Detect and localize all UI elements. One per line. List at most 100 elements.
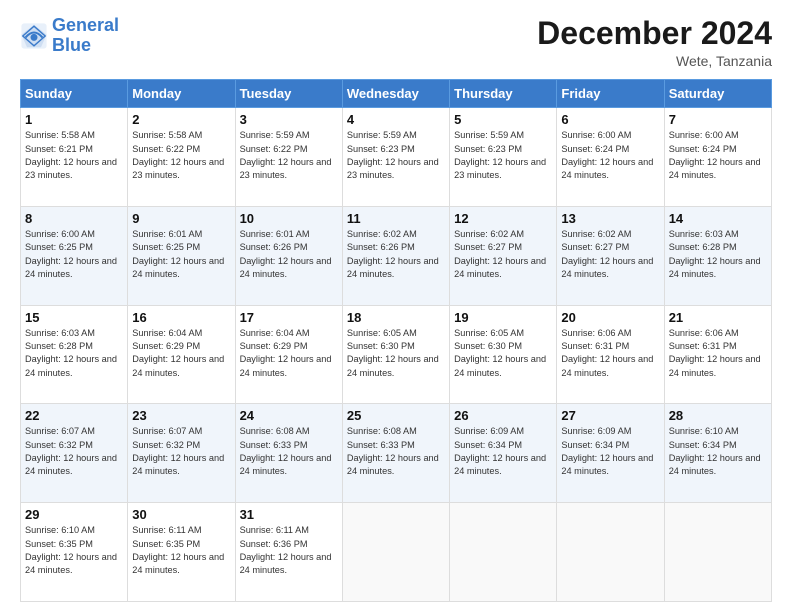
calendar-cell: 26 Sunrise: 6:09 AMSunset: 6:34 PMDayligh… [450,404,557,503]
day-number: 12 [454,211,552,226]
day-info: Sunrise: 6:09 AMSunset: 6:34 PMDaylight:… [561,425,659,478]
day-number: 16 [132,310,230,325]
day-info: Sunrise: 6:03 AMSunset: 6:28 PMDaylight:… [25,327,123,380]
day-number: 10 [240,211,338,226]
calendar-cell: 12 Sunrise: 6:02 AMSunset: 6:27 PMDayligh… [450,206,557,305]
calendar-cell: 16 Sunrise: 6:04 AMSunset: 6:29 PMDayligh… [128,305,235,404]
calendar-week-2: 8 Sunrise: 6:00 AMSunset: 6:25 PMDaylight… [21,206,772,305]
calendar-cell: 11 Sunrise: 6:02 AMSunset: 6:26 PMDayligh… [342,206,449,305]
calendar-cell: 5 Sunrise: 5:59 AMSunset: 6:23 PMDaylight… [450,108,557,207]
calendar-cell: 14 Sunrise: 6:03 AMSunset: 6:28 PMDayligh… [664,206,771,305]
day-info: Sunrise: 6:08 AMSunset: 6:33 PMDaylight:… [240,425,338,478]
calendar-cell: 3 Sunrise: 5:59 AMSunset: 6:22 PMDaylight… [235,108,342,207]
calendar-cell: 1Sunrise: 5:58 AMSunset: 6:21 PMDaylight… [21,108,128,207]
logo-line2: Blue [52,35,91,55]
calendar-week-5: 29Sunrise: 6:10 AMSunset: 6:35 PMDayligh… [21,503,772,602]
calendar-cell: 25 Sunrise: 6:08 AMSunset: 6:33 PMDayligh… [342,404,449,503]
day-info: Sunrise: 5:59 AMSunset: 6:23 PMDaylight:… [454,129,552,182]
calendar-cell: 19 Sunrise: 6:05 AMSunset: 6:30 PMDayligh… [450,305,557,404]
header-tuesday: Tuesday [235,80,342,108]
day-info: Sunrise: 6:00 AMSunset: 6:25 PMDaylight:… [25,228,123,281]
day-info: Sunrise: 6:10 AMSunset: 6:34 PMDaylight:… [669,425,767,478]
day-number: 23 [132,408,230,423]
day-info: Sunrise: 6:05 AMSunset: 6:30 PMDaylight:… [454,327,552,380]
day-number: 31 [240,507,338,522]
day-number: 19 [454,310,552,325]
day-number: 17 [240,310,338,325]
day-number: 18 [347,310,445,325]
calendar-cell: 22 Sunrise: 6:07 AMSunset: 6:32 PMDayligh… [21,404,128,503]
day-number: 14 [669,211,767,226]
day-info: Sunrise: 5:58 AMSunset: 6:21 PMDaylight:… [25,129,123,182]
day-info: Sunrise: 6:02 AMSunset: 6:26 PMDaylight:… [347,228,445,281]
calendar-cell: 2 Sunrise: 5:58 AMSunset: 6:22 PMDaylight… [128,108,235,207]
day-info: Sunrise: 6:04 AMSunset: 6:29 PMDaylight:… [132,327,230,380]
day-info: Sunrise: 6:01 AMSunset: 6:25 PMDaylight:… [132,228,230,281]
calendar-cell [450,503,557,602]
header-thursday: Thursday [450,80,557,108]
day-info: Sunrise: 6:07 AMSunset: 6:32 PMDaylight:… [25,425,123,478]
day-number: 5 [454,112,552,127]
day-info: Sunrise: 6:09 AMSunset: 6:34 PMDaylight:… [454,425,552,478]
day-info: Sunrise: 6:02 AMSunset: 6:27 PMDaylight:… [454,228,552,281]
day-number: 4 [347,112,445,127]
day-number: 21 [669,310,767,325]
day-number: 9 [132,211,230,226]
day-info: Sunrise: 6:05 AMSunset: 6:30 PMDaylight:… [347,327,445,380]
day-info: Sunrise: 6:10 AMSunset: 6:35 PMDaylight:… [25,524,123,577]
day-number: 20 [561,310,659,325]
day-number: 8 [25,211,123,226]
day-number: 22 [25,408,123,423]
day-info: Sunrise: 6:00 AMSunset: 6:24 PMDaylight:… [669,129,767,182]
day-info: Sunrise: 6:03 AMSunset: 6:28 PMDaylight:… [669,228,767,281]
location: Wete, Tanzania [537,53,772,69]
calendar-cell [664,503,771,602]
calendar-cell: 21Sunrise: 6:06 AMSunset: 6:31 PMDayligh… [664,305,771,404]
header-monday: Monday [128,80,235,108]
day-info: Sunrise: 5:59 AMSunset: 6:22 PMDaylight:… [240,129,338,182]
calendar-table: SundayMondayTuesdayWednesdayThursdayFrid… [20,79,772,602]
calendar-cell: 23Sunrise: 6:07 AMSunset: 6:32 PMDayligh… [128,404,235,503]
day-number: 28 [669,408,767,423]
day-number: 27 [561,408,659,423]
day-number: 25 [347,408,445,423]
calendar-week-3: 15Sunrise: 6:03 AMSunset: 6:28 PMDayligh… [21,305,772,404]
title-block: December 2024 Wete, Tanzania [537,16,772,69]
calendar-cell: 29Sunrise: 6:10 AMSunset: 6:35 PMDayligh… [21,503,128,602]
day-number: 26 [454,408,552,423]
day-number: 11 [347,211,445,226]
calendar-cell: 10 Sunrise: 6:01 AMSunset: 6:26 PMDayligh… [235,206,342,305]
calendar-cell: 15Sunrise: 6:03 AMSunset: 6:28 PMDayligh… [21,305,128,404]
day-info: Sunrise: 6:00 AMSunset: 6:24 PMDaylight:… [561,129,659,182]
calendar-cell: 20Sunrise: 6:06 AMSunset: 6:31 PMDayligh… [557,305,664,404]
header-sunday: Sunday [21,80,128,108]
calendar-cell: 9 Sunrise: 6:01 AMSunset: 6:25 PMDaylight… [128,206,235,305]
calendar-cell: 8 Sunrise: 6:00 AMSunset: 6:25 PMDaylight… [21,206,128,305]
day-number: 2 [132,112,230,127]
header-saturday: Saturday [664,80,771,108]
day-info: Sunrise: 6:04 AMSunset: 6:29 PMDaylight:… [240,327,338,380]
day-info: Sunrise: 6:02 AMSunset: 6:27 PMDaylight:… [561,228,659,281]
day-number: 30 [132,507,230,522]
logo: General Blue [20,16,119,56]
calendar-cell: 28 Sunrise: 6:10 AMSunset: 6:34 PMDayligh… [664,404,771,503]
calendar-cell: 17 Sunrise: 6:04 AMSunset: 6:29 PMDayligh… [235,305,342,404]
calendar-cell: 13 Sunrise: 6:02 AMSunset: 6:27 PMDayligh… [557,206,664,305]
logo-icon [20,22,48,50]
calendar-cell: 4 Sunrise: 5:59 AMSunset: 6:23 PMDaylight… [342,108,449,207]
calendar-cell: 24Sunrise: 6:08 AMSunset: 6:33 PMDayligh… [235,404,342,503]
calendar-cell: 31Sunrise: 6:11 AMSunset: 6:36 PMDayligh… [235,503,342,602]
day-info: Sunrise: 6:11 AMSunset: 6:35 PMDaylight:… [132,524,230,577]
calendar-cell: 18 Sunrise: 6:05 AMSunset: 6:30 PMDayligh… [342,305,449,404]
day-info: Sunrise: 5:59 AMSunset: 6:23 PMDaylight:… [347,129,445,182]
header-friday: Friday [557,80,664,108]
day-info: Sunrise: 6:01 AMSunset: 6:26 PMDaylight:… [240,228,338,281]
day-number: 13 [561,211,659,226]
month-title: December 2024 [537,16,772,51]
day-info: Sunrise: 5:58 AMSunset: 6:22 PMDaylight:… [132,129,230,182]
day-info: Sunrise: 6:08 AMSunset: 6:33 PMDaylight:… [347,425,445,478]
day-number: 3 [240,112,338,127]
calendar-cell [342,503,449,602]
calendar-cell: 27 Sunrise: 6:09 AMSunset: 6:34 PMDayligh… [557,404,664,503]
logo-line1: General [52,15,119,35]
